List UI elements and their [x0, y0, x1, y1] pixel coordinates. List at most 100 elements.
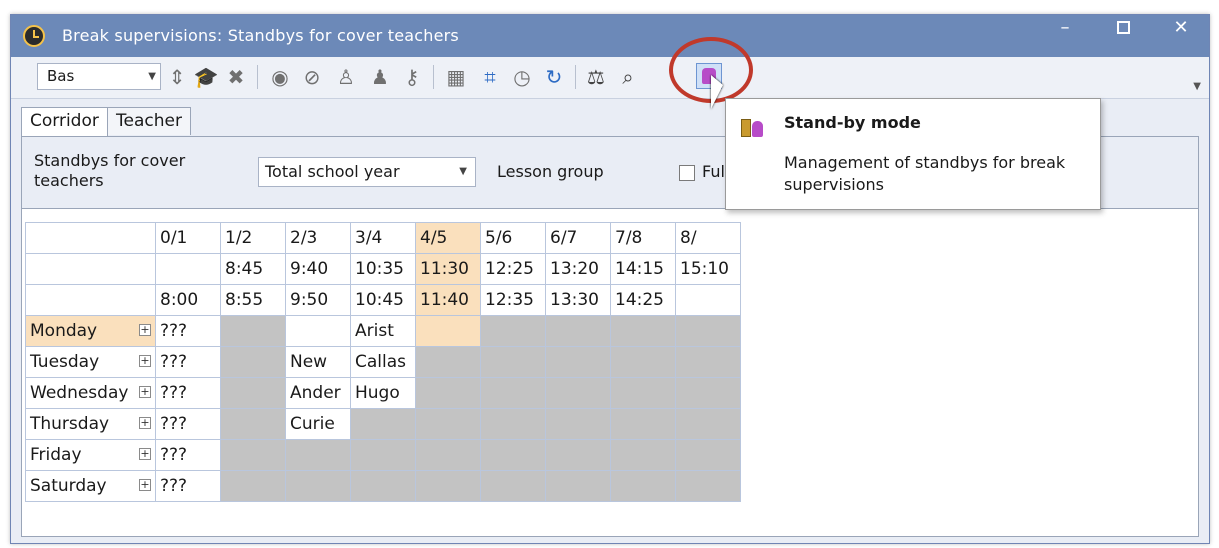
supervision-cell[interactable]: Callas: [350, 346, 416, 378]
supervision-cell[interactable]: [545, 377, 611, 409]
minimize-button[interactable]: –: [1036, 15, 1094, 45]
day-cell[interactable]: Monday +: [25, 315, 156, 347]
supervision-cell[interactable]: ???: [155, 470, 221, 502]
teacher-plant-icon[interactable]: ♟: [367, 64, 393, 90]
period-select[interactable]: Total school year ▼: [258, 157, 476, 187]
supervision-cell[interactable]: [675, 315, 741, 347]
supervision-cell[interactable]: [285, 315, 351, 347]
day-cell[interactable]: Thursday +: [25, 408, 156, 440]
zoom-doc-icon[interactable]: ⌕: [615, 64, 641, 90]
slot-header-cell: 11:40: [415, 284, 481, 316]
expand-plus-icon[interactable]: +: [139, 479, 151, 491]
supervision-cell[interactable]: [545, 346, 611, 378]
key-teacher-icon[interactable]: ⚷: [399, 64, 425, 90]
slot-header-cell: [675, 284, 741, 316]
supervision-cell[interactable]: ???: [155, 315, 221, 347]
title-bar[interactable]: Break supervisions: Standbys for cover t…: [11, 15, 1209, 57]
table-row: Saturday +???: [25, 470, 741, 502]
supervision-cell[interactable]: [610, 470, 676, 502]
supervision-cell[interactable]: [285, 470, 351, 502]
supervision-cell[interactable]: ???: [155, 377, 221, 409]
eye-icon[interactable]: ◉: [267, 64, 293, 90]
supervision-cell[interactable]: [610, 439, 676, 471]
class-combo[interactable]: Bas ▼: [37, 63, 161, 90]
expand-plus-icon[interactable]: +: [139, 324, 151, 336]
toolbar-overflow-icon[interactable]: ▼: [1193, 81, 1201, 92]
supervision-cell[interactable]: [285, 439, 351, 471]
expand-plus-icon[interactable]: +: [139, 417, 151, 429]
supervision-cell[interactable]: [220, 470, 286, 502]
supervision-cell[interactable]: [220, 408, 286, 440]
supervision-cell[interactable]: [480, 439, 546, 471]
supervision-cell[interactable]: [415, 439, 481, 471]
supervision-cell[interactable]: [415, 408, 481, 440]
supervision-cell[interactable]: [610, 408, 676, 440]
supervision-cell[interactable]: [675, 408, 741, 440]
tab-teacher[interactable]: Teacher: [107, 107, 191, 135]
supervision-cell[interactable]: [480, 470, 546, 502]
supervision-cell[interactable]: [480, 315, 546, 347]
supervision-cell[interactable]: [545, 408, 611, 440]
toolbar: Bas ▼ ⇕ 🎓 ✖ ◉ ⊘ ♙ ♟ ⚷ ▦ ⌗ ◷ ↻ ⚖ ⌕ ▼: [11, 57, 1209, 99]
supervision-cell[interactable]: ???: [155, 408, 221, 440]
class-combo-value: Bas: [47, 67, 75, 85]
slot-header-cell: [155, 253, 221, 285]
expand-plus-icon[interactable]: +: [139, 448, 151, 460]
supervision-cell[interactable]: [545, 470, 611, 502]
supervision-cell[interactable]: [675, 346, 741, 378]
close-button[interactable]: ✕: [1152, 15, 1210, 45]
supervision-cell[interactable]: Ander: [285, 377, 351, 409]
slot-header-cell: 7/8: [610, 222, 676, 254]
tab-corridor[interactable]: Corridor: [21, 107, 108, 137]
supervision-cell[interactable]: [350, 470, 416, 502]
supervision-cell[interactable]: Curie: [285, 408, 351, 440]
supervision-cell[interactable]: [350, 408, 416, 440]
spin-up-down-icon[interactable]: ⇕: [164, 64, 190, 90]
day-cell[interactable]: Friday +: [25, 439, 156, 471]
supervision-cell[interactable]: [610, 346, 676, 378]
scales-icon[interactable]: ⚖: [583, 64, 609, 90]
day-cell[interactable]: Saturday +: [25, 470, 156, 502]
supervision-cell[interactable]: [610, 377, 676, 409]
delete-x-icon[interactable]: ✖: [223, 64, 249, 90]
supervision-cell[interactable]: [220, 377, 286, 409]
supervision-cell[interactable]: [675, 439, 741, 471]
clock-icon[interactable]: ◷: [509, 64, 535, 90]
calculator-icon[interactable]: ▦: [443, 64, 469, 90]
supervision-cell[interactable]: Hugo: [350, 377, 416, 409]
day-cell[interactable]: Tuesday +: [25, 346, 156, 378]
supervision-cell[interactable]: [675, 470, 741, 502]
supervision-cell[interactable]: [480, 377, 546, 409]
supervision-cell[interactable]: [545, 439, 611, 471]
supervision-cell[interactable]: [350, 439, 416, 471]
supervision-cell[interactable]: [480, 408, 546, 440]
supervision-cell[interactable]: [220, 439, 286, 471]
slot-header-cell: 12:25: [480, 253, 546, 285]
supervision-cell[interactable]: [220, 315, 286, 347]
supervision-cell[interactable]: [675, 377, 741, 409]
supervision-cell[interactable]: [415, 470, 481, 502]
full-checkbox[interactable]: [679, 165, 695, 181]
slot-header-cell: 8:45: [220, 253, 286, 285]
supervision-cell[interactable]: New: [285, 346, 351, 378]
supervision-cell[interactable]: [220, 346, 286, 378]
supervision-cell[interactable]: [415, 315, 481, 347]
toolbar-separator: [575, 65, 576, 89]
supervision-cell[interactable]: ???: [155, 346, 221, 378]
maximize-button[interactable]: [1094, 15, 1152, 45]
expand-plus-icon[interactable]: +: [139, 355, 151, 367]
graduation-cap-icon[interactable]: 🎓: [193, 64, 219, 90]
supervision-cell[interactable]: Arist: [350, 315, 416, 347]
supervision-cell[interactable]: ???: [155, 439, 221, 471]
supervision-cell[interactable]: [415, 377, 481, 409]
eye-crossed-icon[interactable]: ⊘: [299, 64, 325, 90]
expand-plus-icon[interactable]: +: [139, 386, 151, 398]
supervision-cell[interactable]: [415, 346, 481, 378]
supervision-cell[interactable]: [610, 315, 676, 347]
supervision-cell[interactable]: [545, 315, 611, 347]
refresh-icon[interactable]: ↻: [541, 64, 567, 90]
crop-icon[interactable]: ⌗: [477, 64, 503, 90]
day-cell[interactable]: Wednesday +: [25, 377, 156, 409]
teacher-stack-icon[interactable]: ♙: [333, 64, 359, 90]
supervision-cell[interactable]: [480, 346, 546, 378]
